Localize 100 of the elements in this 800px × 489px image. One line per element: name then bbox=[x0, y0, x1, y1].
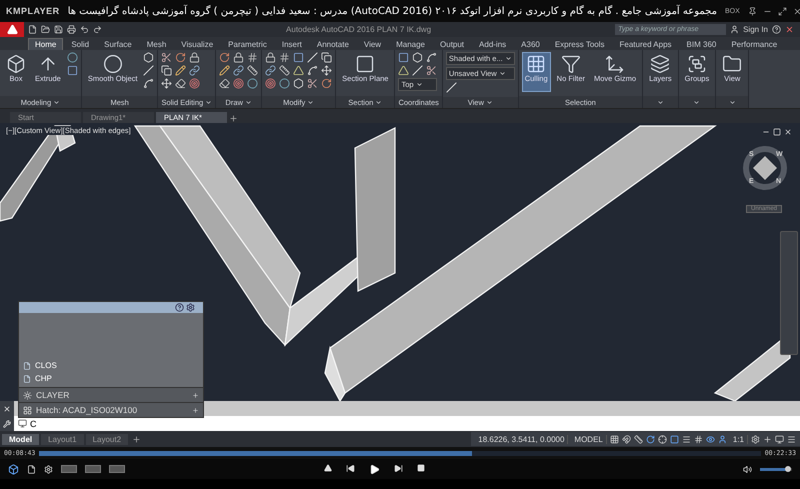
cube-icon[interactable] bbox=[8, 464, 19, 474]
lock-icon[interactable] bbox=[265, 52, 276, 63]
square-icon[interactable] bbox=[66, 65, 78, 76]
square-icon[interactable] bbox=[293, 52, 304, 63]
ribbon-tab[interactable]: Express Tools bbox=[548, 38, 612, 50]
palette-row[interactable]: CLAYER bbox=[19, 387, 203, 402]
eraser-icon[interactable] bbox=[175, 78, 186, 89]
ruler-icon[interactable] bbox=[279, 65, 290, 76]
grid-icon[interactable] bbox=[279, 52, 290, 63]
ribbon-tab[interactable]: Add-ins bbox=[472, 38, 514, 50]
link-icon[interactable] bbox=[189, 65, 200, 76]
open-icon[interactable] bbox=[41, 25, 50, 34]
person-icon[interactable] bbox=[718, 434, 727, 444]
rotate-icon[interactable] bbox=[321, 78, 332, 89]
new-file-icon[interactable] bbox=[28, 25, 37, 34]
layout-tab[interactable]: Layout2 bbox=[86, 434, 128, 444]
command-input[interactable]: C bbox=[30, 418, 230, 428]
app-menu-button[interactable] bbox=[0, 22, 24, 37]
ruler-icon[interactable] bbox=[247, 65, 258, 76]
sign-in-link[interactable]: Sign In bbox=[743, 25, 768, 34]
hexagon-icon[interactable] bbox=[143, 52, 154, 63]
move-icon[interactable] bbox=[161, 78, 172, 89]
copy-icon[interactable] bbox=[321, 52, 332, 63]
close-icon[interactable] bbox=[785, 25, 794, 34]
lock-icon[interactable] bbox=[233, 52, 244, 63]
monitor-icon[interactable] bbox=[775, 434, 784, 444]
ribbon-tab[interactable]: Output bbox=[433, 38, 472, 50]
line-icon[interactable] bbox=[307, 52, 318, 63]
scissors-icon[interactable] bbox=[307, 78, 318, 89]
triangle-icon[interactable] bbox=[293, 65, 304, 76]
copy-icon[interactable] bbox=[161, 65, 172, 76]
ruler-icon[interactable] bbox=[634, 434, 643, 444]
viewcube-drawing[interactable] bbox=[742, 145, 788, 191]
next-icon[interactable] bbox=[394, 464, 402, 472]
ribbon-tab[interactable]: A360 bbox=[514, 38, 547, 50]
annotation-scale[interactable]: 1:1 bbox=[730, 434, 748, 444]
undo-icon[interactable] bbox=[80, 25, 89, 34]
ribbon-tab[interactable]: View bbox=[356, 38, 388, 50]
scissors-icon[interactable] bbox=[161, 52, 172, 63]
eye-icon[interactable] bbox=[706, 434, 715, 444]
ribbon-tab[interactable]: Performance bbox=[724, 38, 784, 50]
play-icon[interactable] bbox=[368, 464, 380, 474]
stop-icon[interactable] bbox=[416, 464, 424, 472]
grid-icon[interactable] bbox=[247, 52, 258, 63]
ribbon-tab[interactable]: Home bbox=[28, 38, 64, 50]
help-icon[interactable] bbox=[175, 303, 184, 312]
eraser-icon[interactable] bbox=[219, 78, 230, 89]
line-icon[interactable] bbox=[143, 65, 154, 76]
file-icon[interactable] bbox=[27, 464, 36, 474]
ribbon-tab[interactable]: Featured Apps bbox=[612, 38, 679, 50]
restore-icon[interactable] bbox=[773, 128, 781, 136]
rotate-icon[interactable] bbox=[175, 52, 186, 63]
target-icon[interactable] bbox=[189, 78, 200, 89]
ribbon-tab[interactable]: BIM 360 bbox=[680, 38, 724, 50]
previous-icon[interactable] bbox=[346, 464, 354, 472]
layout-tab[interactable]: Model bbox=[2, 434, 40, 444]
menu-icon[interactable] bbox=[787, 434, 796, 444]
polar-icon[interactable] bbox=[646, 434, 655, 444]
ribbon-tab[interactable]: Manage bbox=[389, 38, 432, 50]
space-toggle[interactable]: MODEL bbox=[571, 434, 607, 444]
spline-icon[interactable] bbox=[426, 52, 438, 63]
square-icon[interactable] bbox=[398, 52, 410, 63]
pencil-icon[interactable] bbox=[175, 65, 186, 76]
target-icon[interactable] bbox=[265, 78, 276, 89]
line-icon[interactable] bbox=[412, 65, 424, 76]
print-icon[interactable] bbox=[67, 25, 76, 34]
move-icon[interactable] bbox=[321, 65, 332, 76]
eject-icon[interactable] bbox=[324, 464, 332, 472]
ribbon-tab[interactable]: Annotate bbox=[310, 38, 356, 50]
scissors-icon[interactable] bbox=[426, 65, 438, 76]
settings-icon[interactable] bbox=[186, 303, 195, 312]
wrench-icon[interactable] bbox=[3, 420, 11, 428]
history-item[interactable]: CLOS bbox=[23, 361, 199, 370]
link-icon[interactable] bbox=[265, 65, 276, 76]
snap-icon[interactable] bbox=[622, 434, 631, 444]
plus-icon[interactable] bbox=[763, 434, 772, 444]
pencil-icon[interactable] bbox=[219, 65, 230, 76]
crosshair-icon[interactable] bbox=[658, 434, 667, 444]
pin-icon[interactable] bbox=[748, 6, 757, 16]
circle-icon[interactable] bbox=[66, 52, 78, 63]
rotate-icon[interactable] bbox=[219, 52, 230, 63]
redo-icon[interactable] bbox=[93, 25, 102, 34]
seek-bar[interactable] bbox=[39, 450, 761, 456]
ribbon-tab[interactable]: Insert bbox=[274, 38, 309, 50]
maximize-icon[interactable] bbox=[778, 6, 787, 16]
palette-row[interactable]: Hatch: ACAD_ISO02W100 bbox=[19, 402, 203, 417]
add-tab-icon[interactable] bbox=[229, 114, 238, 123]
history-item[interactable]: CHP bbox=[23, 374, 199, 383]
spline-icon[interactable] bbox=[307, 65, 318, 76]
hexagon-icon[interactable] bbox=[412, 52, 424, 63]
lock-icon[interactable] bbox=[189, 52, 200, 63]
ribbon-tab[interactable]: Visualize bbox=[174, 38, 220, 50]
target-icon[interactable] bbox=[233, 78, 244, 89]
ribbon-tab[interactable]: Surface bbox=[97, 38, 139, 50]
close-icon[interactable] bbox=[792, 6, 800, 16]
ribbon-tab[interactable]: Solid bbox=[64, 38, 96, 50]
speaker-icon[interactable] bbox=[743, 464, 752, 474]
link-icon[interactable] bbox=[233, 65, 244, 76]
ribbon-tab[interactable]: Parametric bbox=[221, 38, 274, 50]
hexagon-icon[interactable] bbox=[293, 78, 304, 89]
